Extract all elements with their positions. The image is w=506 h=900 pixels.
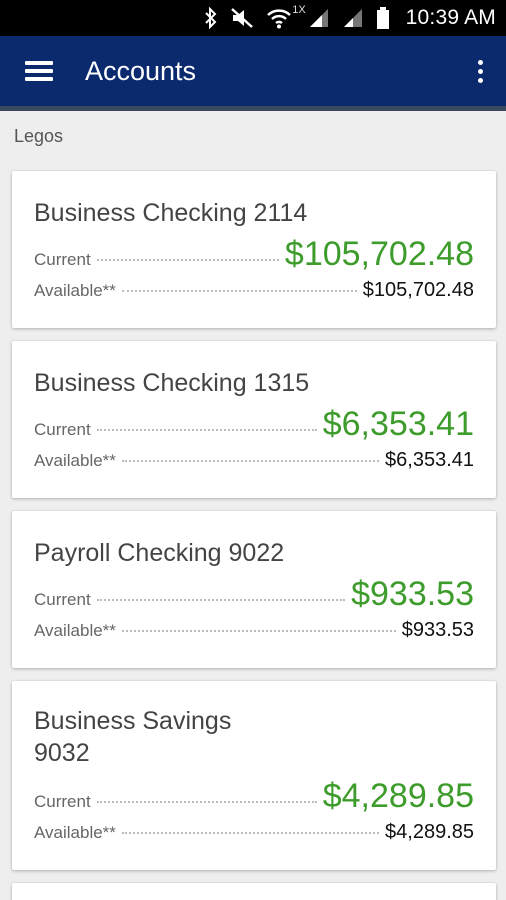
- cell-signal-icon-2: [343, 9, 362, 27]
- available-label: Available**: [34, 281, 116, 300]
- available-balance-row: Available** $6,353.41: [34, 449, 474, 472]
- available-label: Available**: [34, 823, 116, 842]
- account-card[interactable]: Business Savings 9032 Current $4,289.85 …: [12, 681, 496, 870]
- bluetooth-icon: [205, 7, 217, 29]
- current-balance-row: Current $105,702.48: [34, 235, 474, 274]
- current-balance-row: Current $6,353.41: [34, 405, 474, 444]
- cell-signal-icon: [309, 9, 328, 27]
- current-balance: $4,289.85: [322, 777, 474, 815]
- dot-leader: [96, 259, 279, 261]
- more-options-button[interactable]: [460, 36, 500, 106]
- status-time: 10:39 AM: [405, 6, 496, 29]
- dot-leader: [121, 290, 357, 292]
- account-name: Business Checking 1315: [34, 369, 310, 397]
- vibrate-mute-icon: [231, 8, 254, 28]
- page-title: Accounts: [85, 55, 197, 86]
- menu-button[interactable]: [0, 36, 80, 106]
- current-balance-row: Current $933.53: [34, 575, 474, 614]
- available-balance-row: Available** $105,702.48: [34, 279, 474, 302]
- more-vert-icon: [477, 59, 483, 65]
- available-balance-row: Available** $933.53: [34, 619, 474, 642]
- dot-leader: [121, 832, 380, 834]
- account-card[interactable]: Business Checking 1315 Current $6,353.41…: [12, 341, 496, 498]
- current-label: Current: [34, 792, 91, 811]
- available-balance: $6,353.41: [385, 449, 474, 471]
- available-balance-row: Available** $4,289.85: [34, 821, 474, 844]
- account-card[interactable]: Payroll Checking 9022 Current $933.53 Av…: [12, 511, 496, 668]
- group-header: Legos: [0, 111, 506, 161]
- menu-icon: [25, 61, 53, 81]
- app-bar: Accounts: [0, 36, 506, 106]
- current-label: Current: [34, 250, 91, 269]
- dot-leader: [121, 460, 380, 462]
- available-balance: $105,702.48: [362, 279, 474, 301]
- current-label: Current: [34, 590, 91, 609]
- account-card-partial[interactable]: [12, 883, 496, 900]
- wifi-icon: [267, 9, 292, 29]
- battery-icon: [376, 7, 389, 29]
- current-balance: $933.53: [351, 575, 474, 613]
- dot-leader: [96, 801, 317, 803]
- dot-leader: [121, 630, 396, 632]
- network-type: 1X: [292, 4, 306, 16]
- account-name: Business Savings 9032: [34, 707, 232, 767]
- status-bar: 1X 10:39 AM: [0, 0, 506, 36]
- available-balance: $933.53: [401, 619, 474, 641]
- current-label: Current: [34, 420, 91, 439]
- account-card[interactable]: Business Checking 2114 Current $105,702.…: [12, 171, 496, 328]
- wifi-group: 1X: [266, 4, 306, 29]
- account-name: Payroll Checking 9022: [34, 539, 285, 567]
- dot-leader: [96, 429, 317, 431]
- account-name: Business Checking 2114: [34, 199, 308, 227]
- current-balance: $6,353.41: [322, 405, 474, 443]
- available-balance: $4,289.85: [385, 821, 474, 843]
- dot-leader: [96, 599, 346, 601]
- available-label: Available**: [34, 621, 116, 640]
- current-balance: $105,702.48: [284, 235, 474, 273]
- available-label: Available**: [34, 451, 116, 470]
- current-balance-row: Current $4,289.85: [34, 777, 474, 816]
